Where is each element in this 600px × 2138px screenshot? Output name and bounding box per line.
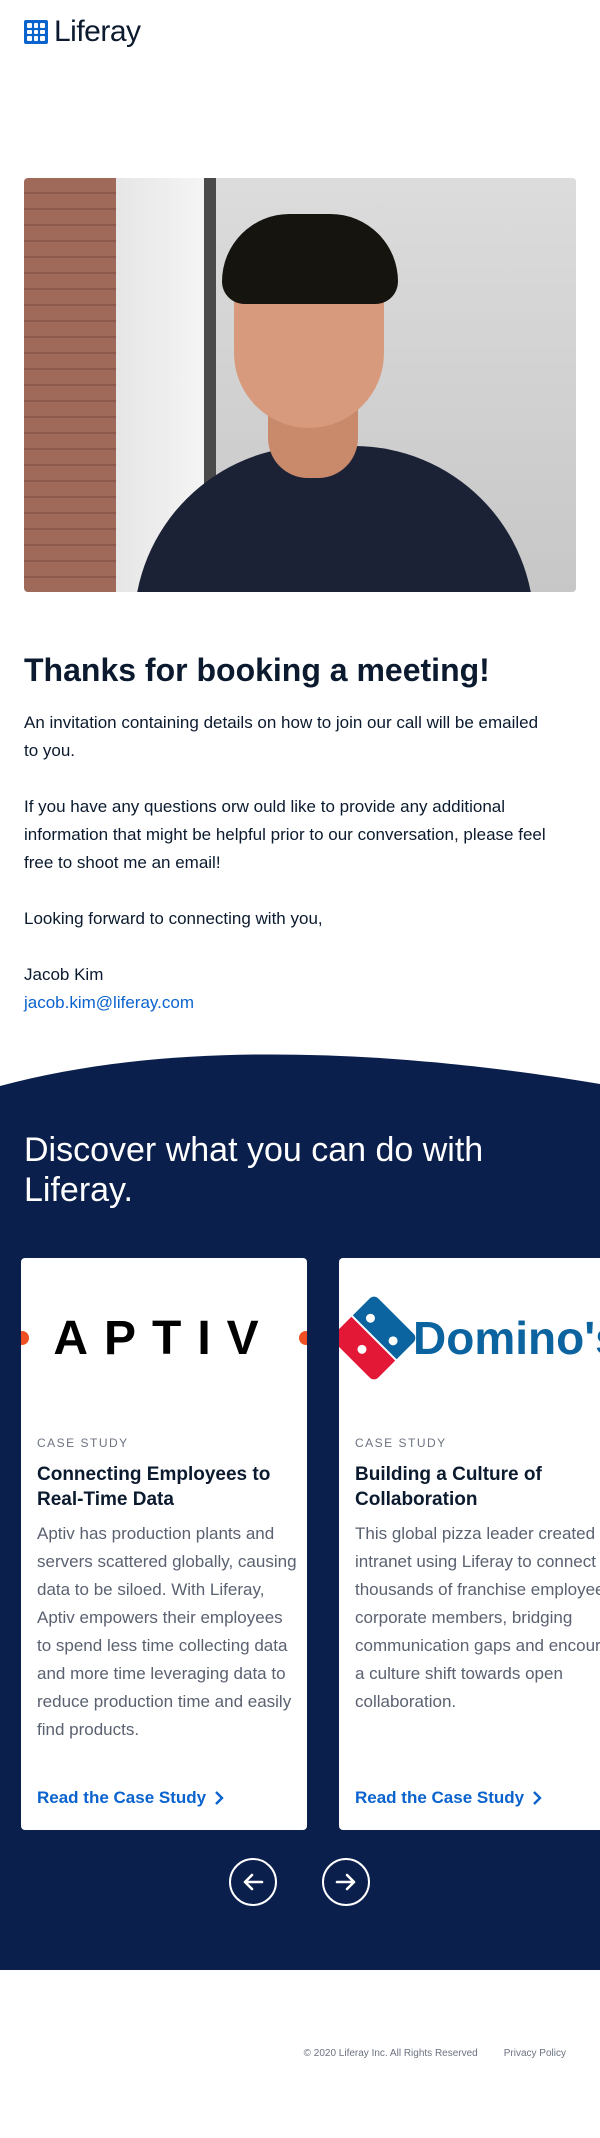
carousel-next-button[interactable] — [322, 1858, 370, 1906]
card-eyebrow: CASE STUDY — [355, 1436, 447, 1450]
closing-text: Looking forward to connecting with you, — [24, 909, 323, 928]
chevron-right-icon — [533, 1791, 542, 1805]
arrow-left-icon — [243, 1873, 264, 1891]
card-eyebrow: CASE STUDY — [37, 1436, 129, 1450]
domino-tile-icon — [339, 1294, 418, 1382]
signature-name: Jacob Kim — [24, 965, 104, 984]
logo-text: Liferay — [54, 15, 141, 48]
logo-dot-icon — [21, 1331, 29, 1345]
carousel-prev-button[interactable] — [229, 1858, 277, 1906]
hero-portrait-image — [24, 178, 576, 592]
read-case-study-link[interactable]: Read the Case Study — [37, 1788, 224, 1808]
copyright-text: © 2020 Liferay Inc. All Rights Reserved — [303, 2048, 478, 2059]
invitation-paragraph: An invitation containing details on how … — [24, 713, 539, 760]
chevron-right-icon — [215, 1791, 224, 1805]
questions-paragraph: If you have any questions orw ould like … — [24, 797, 546, 872]
arrow-right-icon — [335, 1873, 356, 1891]
logo-dot-icon — [299, 1331, 307, 1345]
case-study-card: APTIV CASE STUDY Connecting Employees to… — [21, 1258, 307, 1830]
discover-title: Discover what you can do with Liferay. — [24, 1131, 484, 1209]
card-title: Building a Culture of Collaboration — [355, 1464, 542, 1510]
dominos-logo: Domino's — [339, 1258, 600, 1418]
signature-email-link[interactable]: jacob.kim@liferay.com — [24, 989, 194, 1017]
card-title: Connecting Employees to Real-Time Data — [37, 1464, 271, 1510]
liferay-logo-icon — [24, 20, 48, 44]
card-body: Aptiv has production plants and servers … — [37, 1524, 297, 1739]
read-case-study-link[interactable]: Read the Case Study — [355, 1788, 542, 1808]
aptiv-logo: APTIV — [21, 1258, 307, 1418]
privacy-policy-link[interactable]: Privacy Policy — [504, 2048, 566, 2059]
footer: © 2020 Liferay Inc. All Rights Reserved … — [304, 2048, 566, 2059]
card-body: This global pizza leader created an intr… — [355, 1524, 600, 1711]
case-study-card: Domino's CASE STUDY Building a Culture o… — [339, 1258, 600, 1830]
header: Liferay — [24, 14, 141, 50]
page-title: Thanks for booking a meeting! — [24, 652, 490, 688]
